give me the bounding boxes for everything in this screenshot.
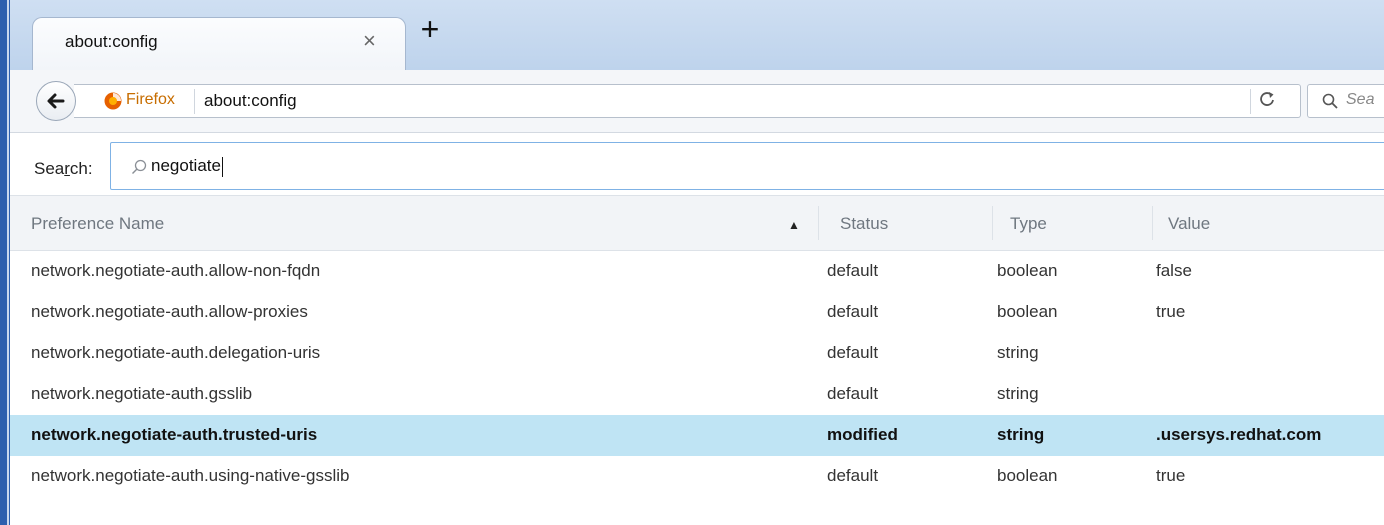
preference-name: network.negotiate-auth.delegation-uris — [31, 343, 321, 362]
url-text[interactable]: about:config — [204, 91, 297, 111]
reload-divider — [1250, 89, 1251, 114]
column-divider[interactable] — [1152, 206, 1153, 240]
table-row[interactable]: network.negotiate-auth.using-native-gssl… — [10, 456, 1384, 497]
reload-icon[interactable] — [1258, 90, 1276, 113]
tab-close-icon[interactable]: × — [363, 28, 376, 54]
filter-label: Search: — [34, 159, 93, 178]
preference-name: network.negotiate-auth.using-native-gssl… — [31, 466, 350, 485]
search-placeholder: Sea — [1346, 91, 1375, 108]
preference-type: boolean — [997, 466, 1058, 485]
preference-type: string — [997, 384, 1039, 403]
preference-name: network.negotiate-auth.allow-non-fqdn — [31, 261, 321, 280]
sort-ascending-icon: ▲ — [788, 218, 800, 232]
preference-type: boolean — [997, 261, 1058, 280]
window-left-edge — [0, 0, 10, 525]
filter-input[interactable]: negotiate — [110, 142, 1384, 190]
filter-value: negotiate — [151, 156, 223, 177]
preference-name: network.negotiate-auth.gsslib — [31, 384, 253, 403]
preference-type: string — [997, 425, 1045, 444]
preference-status: default — [827, 302, 879, 321]
url-bar[interactable]: Firefox about:config — [74, 84, 1301, 118]
preference-status: modified — [827, 425, 898, 444]
column-divider[interactable] — [992, 206, 993, 240]
preference-type: boolean — [997, 302, 1058, 321]
preference-status: default — [827, 343, 879, 362]
back-arrow-icon — [47, 93, 65, 109]
about-config-page: Search: negotiate Preference Name ▲ Stat… — [10, 133, 1384, 525]
search-icon — [1322, 93, 1338, 109]
preference-type: string — [997, 343, 1039, 362]
column-header-value[interactable]: Value — [1168, 214, 1210, 234]
column-divider[interactable] — [818, 206, 819, 240]
table-row[interactable]: network.negotiate-auth.gsslib default st… — [10, 374, 1384, 415]
tab-title: about:config — [65, 32, 158, 51]
preference-status: default — [827, 466, 879, 485]
preference-name: network.negotiate-auth.trusted-uris — [31, 425, 318, 444]
column-header-type[interactable]: Type — [1010, 214, 1047, 234]
tab-strip: about:config × + — [10, 0, 1384, 70]
preferences-table: Preference Name ▲ Status Type Value netw… — [10, 195, 1384, 497]
table-header: Preference Name ▲ Status Type Value — [10, 195, 1384, 251]
column-header-preference-name[interactable]: Preference Name — [31, 214, 164, 234]
firefox-icon — [104, 92, 122, 110]
preference-value: true — [1156, 302, 1186, 321]
back-button[interactable] — [36, 81, 76, 121]
site-identity-label[interactable]: Firefox — [126, 91, 175, 109]
table-row[interactable]: network.negotiate-auth.delegation-uris d… — [10, 333, 1384, 374]
column-header-status[interactable]: Status — [840, 214, 888, 234]
table-row[interactable]: network.negotiate-auth.allow-non-fqdn de… — [10, 251, 1384, 292]
preference-name: network.negotiate-auth.allow-proxies — [31, 302, 308, 321]
new-tab-button[interactable]: + — [415, 12, 445, 46]
table-row-selected[interactable]: network.negotiate-auth.trusted-uris modi… — [10, 415, 1384, 456]
preference-value: false — [1156, 261, 1192, 280]
preference-status: default — [827, 384, 879, 403]
identity-divider — [194, 89, 195, 114]
preference-value: true — [1156, 466, 1186, 485]
navigation-toolbar: Firefox about:config Sea — [10, 70, 1384, 133]
search-bar[interactable]: Sea — [1307, 84, 1384, 118]
preference-status: default — [827, 261, 879, 280]
search-icon — [132, 159, 147, 174]
tab-about-config[interactable]: about:config × — [32, 17, 406, 70]
table-row[interactable]: network.negotiate-auth.allow-proxies def… — [10, 292, 1384, 333]
preference-value: .usersys.redhat.com — [1156, 425, 1322, 444]
